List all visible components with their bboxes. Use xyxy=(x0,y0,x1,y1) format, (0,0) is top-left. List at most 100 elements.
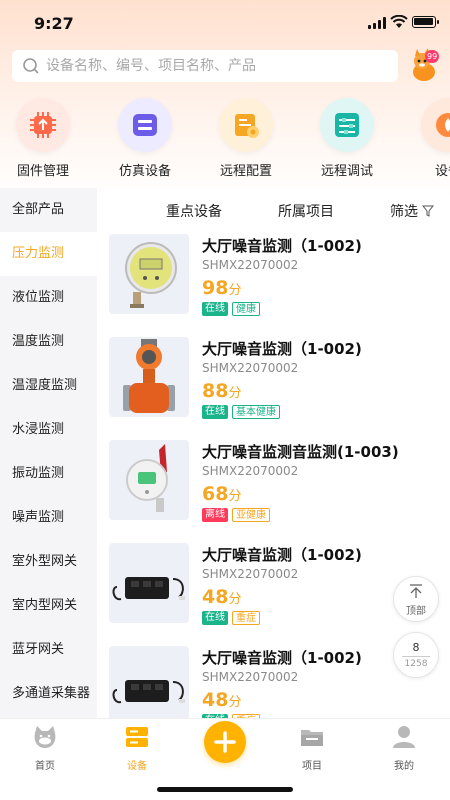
quick-item-remote-config[interactable]: 远程配置 xyxy=(203,96,289,179)
battery-box-image xyxy=(109,543,189,623)
page-total: 1258 xyxy=(404,659,428,669)
add-button[interactable] xyxy=(204,721,246,763)
product-code: SHMX22070002 xyxy=(202,258,299,272)
nav-label: 设备 xyxy=(127,761,147,772)
page-indicator: 8 1258 xyxy=(393,632,439,678)
score-unit: 分 xyxy=(228,283,242,298)
filter-bar: 重点设备 所属项目 筛选 xyxy=(97,188,450,232)
nav-project[interactable]: 项目 xyxy=(282,723,342,772)
product-tags: 离线 亚健康 xyxy=(202,508,270,522)
sidebar-item-bluetooth-gateway[interactable]: 蓝牙网关 xyxy=(0,628,97,672)
product-code: SHMX22070002 xyxy=(202,567,299,581)
quick-menu: 固件管理 仿真设备 远程配置 远程调试 设 xyxy=(0,96,450,180)
product-tags: 在线 健康 xyxy=(202,302,260,316)
sidebar-item-noise[interactable]: 噪声监测 xyxy=(0,496,97,540)
sidebar-item-temp-humidity[interactable]: 温湿度监测 xyxy=(0,364,97,408)
status-time: 9:27 xyxy=(34,14,74,33)
home-icon xyxy=(34,726,56,748)
search-bar[interactable] xyxy=(12,50,398,82)
back-to-top-button[interactable]: 顶部 xyxy=(393,576,439,622)
sidebar-item-outdoor-gateway[interactable]: 室外型网关 xyxy=(0,540,97,584)
nav-profile[interactable]: 我的 xyxy=(374,723,434,772)
battery-box-image xyxy=(109,646,189,718)
add-icon xyxy=(214,731,236,753)
quick-item-firmware[interactable]: 固件管理 xyxy=(0,96,86,179)
nav-device[interactable]: 设备 xyxy=(107,723,167,772)
sidebar-item-vibration[interactable]: 振动监测 xyxy=(0,452,97,496)
category-sidebar: 全部产品 压力监测 液位监测 温度监测 温湿度监测 水浸监测 振动监测 噪声监测… xyxy=(0,188,97,718)
device-icon xyxy=(421,98,450,152)
back-to-top-label: 顶部 xyxy=(406,606,426,617)
product-score: 48分 xyxy=(202,586,241,608)
digital-pressure-gauge-image xyxy=(109,234,189,314)
product-tags: 在线 基本健康 xyxy=(202,405,280,419)
home-indicator[interactable] xyxy=(157,787,293,792)
sidebar-item-pressure[interactable]: 压力监测 xyxy=(0,232,97,276)
nav-home[interactable]: 首页 xyxy=(15,723,75,772)
funnel-icon xyxy=(422,205,435,217)
product-card[interactable]: 大厅噪音监测（1-002) SHMX22070002 88分 在线 基本健康 xyxy=(97,335,450,438)
quick-item-label: 仿真设备 xyxy=(118,164,171,179)
score-value: 88 xyxy=(202,380,229,402)
product-code: SHMX22070002 xyxy=(202,670,299,684)
product-score: 68分 xyxy=(202,483,241,505)
product-card[interactable]: 大厅噪音监测（1-002) SHMX22070002 98分 在线 健康 xyxy=(97,232,450,335)
score-value: 98 xyxy=(202,277,229,299)
nav-label: 我的 xyxy=(394,761,414,772)
product-score: 88分 xyxy=(202,380,241,402)
health-badge: 亚健康 xyxy=(232,508,270,522)
filter-label: 筛选 xyxy=(390,204,418,220)
quick-item-remote-debug[interactable]: 远程调试 xyxy=(304,96,390,179)
status-badge: 离线 xyxy=(202,508,228,522)
device-icon xyxy=(126,727,148,747)
battery-icon xyxy=(412,16,439,28)
wireless-transmitter-image xyxy=(109,440,189,520)
flow-meter-image xyxy=(109,337,189,417)
search-icon xyxy=(23,58,39,74)
score-unit: 分 xyxy=(228,592,242,607)
quick-item-label: 设备 xyxy=(434,164,450,179)
score-unit: 分 xyxy=(228,386,242,401)
firmware-icon xyxy=(16,98,70,152)
arrow-up-icon xyxy=(410,584,422,598)
status-badge: 在线 xyxy=(202,405,228,419)
score-value: 48 xyxy=(202,586,229,608)
filter-project[interactable]: 所属项目 xyxy=(278,201,334,221)
sidebar-item-indoor-gateway[interactable]: 室内型网关 xyxy=(0,584,97,628)
quick-item-simulated-device[interactable]: 仿真设备 xyxy=(102,96,188,179)
sidebar-item-liquid-level[interactable]: 液位监测 xyxy=(0,276,97,320)
sidebar-item-water-leak[interactable]: 水浸监测 xyxy=(0,408,97,452)
signal-icon xyxy=(368,17,386,29)
health-badge: 基本健康 xyxy=(232,405,280,419)
product-panel: 重点设备 所属项目 筛选 大厅噪音监测（1-002) SHMX22070002 … xyxy=(97,188,450,718)
remote-debug-icon xyxy=(320,98,374,152)
nav-label: 项目 xyxy=(302,761,322,772)
filter-key-devices[interactable]: 重点设备 xyxy=(166,201,222,221)
wifi-icon xyxy=(390,15,408,28)
sidebar-item-temperature[interactable]: 温度监测 xyxy=(0,320,97,364)
product-name: 大厅噪音监测（1-002) xyxy=(202,237,362,255)
score-unit: 分 xyxy=(228,695,242,710)
filter-button[interactable]: 筛选 xyxy=(390,201,435,221)
product-tags: 在线 重症 xyxy=(202,611,260,625)
status-badge: 在线 xyxy=(202,611,228,625)
status-badge: 在线 xyxy=(202,302,228,316)
remote-config-icon xyxy=(219,98,273,152)
sidebar-item-multichannel-collector[interactable]: 多通道采集器 xyxy=(0,672,97,716)
product-code: SHMX22070002 xyxy=(202,361,299,375)
sidebar-item-all-products[interactable]: 全部产品 xyxy=(0,188,97,232)
quick-item-device[interactable]: 设备 xyxy=(405,96,450,179)
health-badge: 健康 xyxy=(232,302,260,316)
quick-item-label: 远程调试 xyxy=(320,164,373,179)
nav-label: 首页 xyxy=(35,761,55,772)
product-score: 48分 xyxy=(202,689,241,711)
product-card[interactable]: 大厅噪音监测音监测(1-003) SHMX22070002 68分 离线 亚健康 xyxy=(97,438,450,541)
product-code: SHMX22070002 xyxy=(202,464,299,478)
quick-item-label: 远程配置 xyxy=(219,164,272,179)
quick-item-label: 固件管理 xyxy=(16,164,69,179)
status-bar: 9:27 xyxy=(0,0,450,46)
product-score: 98分 xyxy=(202,277,241,299)
product-name: 大厅噪音监测（1-002) xyxy=(202,546,362,564)
search-input[interactable] xyxy=(46,58,376,74)
folder-icon xyxy=(301,730,323,746)
